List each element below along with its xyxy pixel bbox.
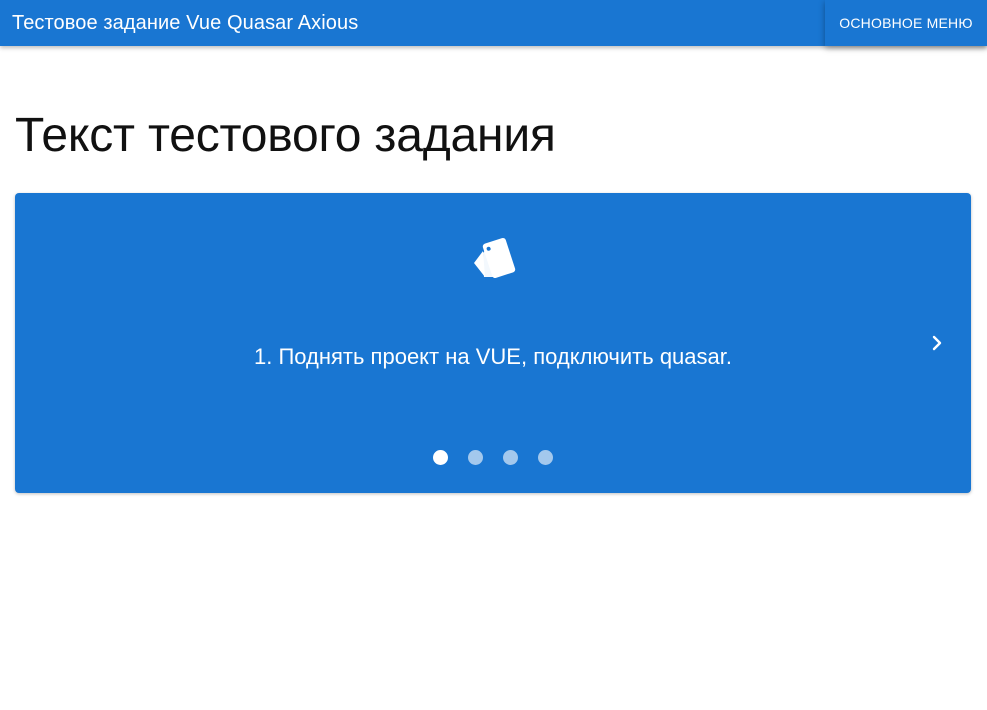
carousel-dot-2[interactable]	[468, 450, 483, 465]
app-title: Тестовое задание Vue Quasar Axious	[12, 12, 359, 34]
chevron-right-icon	[932, 335, 942, 351]
task-carousel: 1. Поднять проект на VUE, подключить qua…	[15, 193, 971, 493]
main-menu-button[interactable]: ОСНОВНОЕ МЕНЮ	[825, 0, 987, 46]
next-slide-button[interactable]	[921, 327, 953, 359]
cards-icon	[465, 231, 521, 287]
slide-text: 1. Поднять проект на VUE, подключить qua…	[253, 344, 732, 369]
carousel-navigation	[15, 450, 971, 465]
carousel-dot-1[interactable]	[433, 450, 448, 465]
carousel-dot-4[interactable]	[538, 450, 553, 465]
app-toolbar: Тестовое задание Vue Quasar Axious ОСНОВ…	[0, 0, 987, 46]
carousel-dot-3[interactable]	[503, 450, 518, 465]
page-title: Текст тестового задания	[15, 109, 556, 162]
